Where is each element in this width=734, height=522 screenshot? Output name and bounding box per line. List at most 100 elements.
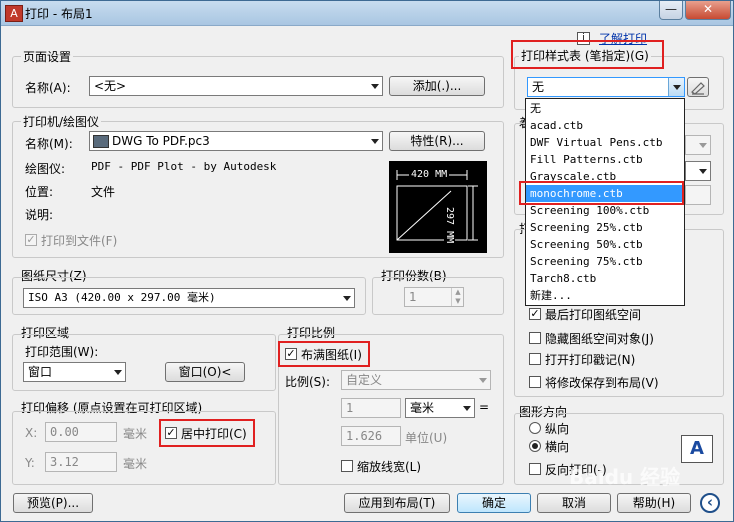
highlight-center-plot bbox=[159, 419, 255, 447]
printer-label: 打印机/绘图仪 bbox=[21, 113, 102, 130]
page-setup-name-select[interactable]: <无> bbox=[89, 76, 383, 96]
chevron-down-icon bbox=[699, 143, 707, 148]
location-value: 文件 bbox=[91, 185, 116, 199]
plot-stamp-label: 打开打印戳记(N) bbox=[545, 353, 636, 367]
scale-value2-input[interactable]: 1.626 bbox=[341, 426, 401, 446]
upside-down-checkbox[interactable] bbox=[529, 463, 541, 475]
highlight-monochrome bbox=[519, 181, 684, 205]
title-bar: A 打印 - 布局1 — ✕ bbox=[1, 1, 733, 26]
plot-range-value: 窗口 bbox=[28, 365, 53, 379]
scale-lineweights-checkbox[interactable] bbox=[341, 460, 353, 472]
plot-style-option[interactable]: Screening 50%.ctb bbox=[526, 236, 684, 253]
plot-range-label: 打印范围(W): bbox=[25, 345, 99, 359]
offset-y-unit: 毫米 bbox=[123, 457, 148, 471]
portrait-radio[interactable] bbox=[529, 422, 541, 434]
scale-equals: = bbox=[479, 400, 490, 414]
dropdown-button[interactable] bbox=[668, 78, 684, 96]
offset-x-input[interactable]: 0.00 bbox=[45, 422, 117, 442]
dpi-input[interactable] bbox=[685, 185, 711, 205]
landscape-radio[interactable] bbox=[529, 440, 541, 452]
close-button[interactable]: ✕ bbox=[685, 1, 731, 20]
watermark: Baidu 经验 bbox=[569, 465, 681, 489]
scale-value1-input[interactable]: 1 bbox=[341, 398, 401, 418]
highlight-fit-to-paper bbox=[278, 341, 370, 367]
plot-style-option[interactable]: acad.ctb bbox=[526, 117, 684, 134]
hide-objects-label: 隐藏图纸空间对象(J) bbox=[545, 332, 654, 346]
landscape-label: 横向 bbox=[545, 440, 570, 454]
plot-style-option[interactable]: Screening 25%.ctb bbox=[526, 219, 684, 236]
orientation-preview-icon: A bbox=[681, 435, 713, 463]
printer-name-select[interactable]: DWG To PDF.pc3 bbox=[89, 131, 383, 151]
app-icon: A bbox=[5, 5, 23, 22]
chevron-down-icon bbox=[371, 139, 379, 144]
copies-stepper[interactable]: 1 ▲ ▼ bbox=[404, 287, 464, 307]
highlight-plot-style bbox=[511, 40, 664, 69]
plot-range-select[interactable]: 窗口 bbox=[23, 362, 126, 382]
plot-style-option[interactable]: Screening 75%.ctb bbox=[526, 253, 684, 270]
cancel-button[interactable]: 取消 bbox=[537, 493, 611, 513]
scale-unit2-label: 单位(U) bbox=[405, 431, 448, 445]
chevron-down-icon bbox=[463, 406, 471, 411]
paper-size-value: ISO A3 (420.00 x 297.00 毫米) bbox=[28, 291, 216, 304]
chevron-down-icon bbox=[343, 296, 351, 301]
page-setup-name-value: <无> bbox=[94, 79, 127, 93]
stepper-up-icon[interactable]: ▲ bbox=[451, 288, 464, 297]
scale-label: 比例(S): bbox=[285, 375, 331, 389]
location-label: 位置: bbox=[25, 185, 54, 199]
plot-stamp-checkbox[interactable] bbox=[529, 353, 541, 365]
page-setup-label: 页面设置 bbox=[21, 48, 74, 65]
apply-to-layout-button[interactable]: 应用到布局(T) bbox=[344, 493, 450, 513]
print-to-file-label: 打印到文件(F) bbox=[41, 234, 118, 248]
plotter-value: PDF - PDF Plot - by Autodesk bbox=[91, 160, 277, 173]
paper-size-select[interactable]: ISO A3 (420.00 x 297.00 毫米) bbox=[23, 288, 355, 308]
pencil-icon bbox=[691, 82, 705, 95]
collapse-button[interactable]: ‹ bbox=[700, 493, 720, 513]
scale-lineweights-label: 缩放线宽(L) bbox=[357, 460, 422, 474]
plot-style-option[interactable]: Tarch8.ctb bbox=[526, 270, 684, 287]
offset-x-label: X: bbox=[25, 426, 38, 440]
description-label: 说明: bbox=[25, 208, 54, 222]
preview-width-label: 420 MM bbox=[409, 169, 450, 180]
print-to-file-checkbox[interactable]: ✓ bbox=[25, 234, 37, 246]
scale-unit-value: 毫米 bbox=[410, 401, 435, 415]
paper-preview: 420 MM 297 MM bbox=[389, 161, 487, 253]
help-button[interactable]: 帮助(H) bbox=[617, 493, 691, 513]
page-setup-name-label: 名称(A): bbox=[25, 81, 71, 95]
offset-y-label: Y: bbox=[25, 456, 35, 470]
offset-y-input[interactable]: 3.12 bbox=[45, 452, 117, 472]
stepper-down-icon[interactable]: ▼ bbox=[451, 297, 464, 306]
plot-style-option[interactable]: Fill Patterns.ctb bbox=[526, 151, 684, 168]
portrait-label: 纵向 bbox=[545, 422, 570, 436]
plot-style-value: 无 bbox=[532, 80, 545, 94]
printer-properties-button[interactable]: 特性(R)... bbox=[389, 131, 485, 151]
save-changes-label: 将修改保存到布局(V) bbox=[545, 376, 659, 390]
scale-select[interactable]: 自定义 bbox=[341, 370, 491, 390]
window-pick-button[interactable]: 窗口(O)< bbox=[165, 362, 245, 382]
window-title: 打印 - 布局1 bbox=[25, 7, 93, 21]
ok-button[interactable]: 确定 bbox=[457, 493, 531, 513]
last-paperspace-label: 最后打印图纸空间 bbox=[545, 308, 642, 322]
plot-style-select[interactable]: 无 bbox=[527, 77, 685, 97]
add-page-setup-button[interactable]: 添加(.)... bbox=[389, 76, 485, 96]
edit-plot-style-button[interactable] bbox=[687, 77, 709, 97]
chevron-down-icon bbox=[114, 370, 122, 375]
chevron-down-icon bbox=[479, 378, 487, 383]
plotter-icon bbox=[93, 135, 109, 148]
quality-select[interactable] bbox=[685, 161, 711, 181]
scale-unit-select[interactable]: 毫米 bbox=[405, 398, 475, 418]
plot-style-option[interactable]: 新建... bbox=[526, 287, 684, 304]
scale-value: 自定义 bbox=[346, 373, 383, 387]
last-paperspace-checkbox[interactable]: ✓ bbox=[529, 308, 541, 320]
preview-button[interactable]: 预览(P)... bbox=[13, 493, 93, 513]
offset-x-unit: 毫米 bbox=[123, 427, 148, 441]
printer-name-label: 名称(M): bbox=[25, 137, 73, 151]
print-dialog: A 打印 - 布局1 — ✕ i 了解打印 页面设置 名称(A): <无> 添加… bbox=[0, 0, 734, 522]
plot-style-option[interactable]: DWF Virtual Pens.ctb bbox=[526, 134, 684, 151]
printer-name-value: DWG To PDF.pc3 bbox=[112, 134, 210, 148]
hide-objects-checkbox[interactable] bbox=[529, 332, 541, 344]
plot-style-option[interactable]: 无 bbox=[526, 100, 684, 117]
shade-select[interactable] bbox=[685, 135, 711, 155]
chevron-down-icon bbox=[371, 84, 379, 89]
minimize-button[interactable]: — bbox=[659, 1, 683, 20]
save-changes-checkbox[interactable] bbox=[529, 376, 541, 388]
